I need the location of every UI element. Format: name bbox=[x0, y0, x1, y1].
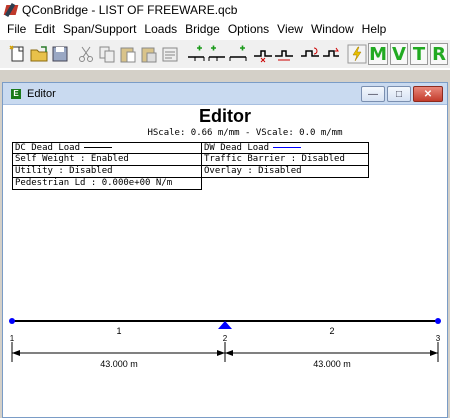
menu-edit[interactable]: Edit bbox=[30, 22, 59, 36]
dw-line-sample bbox=[273, 147, 302, 148]
menu-view[interactable]: View bbox=[273, 22, 307, 36]
open-folder-icon bbox=[30, 46, 48, 62]
span-length-1: 43.000 m bbox=[100, 359, 138, 369]
open-file-button[interactable] bbox=[29, 43, 49, 65]
reaction-diagram-button[interactable]: R bbox=[430, 43, 449, 65]
support-label-1: 1 bbox=[10, 334, 15, 343]
pin-support-1[interactable] bbox=[9, 318, 15, 324]
legend-pedestrian-load: Pedestrian Ld : 0.000e+00 N/m bbox=[12, 178, 202, 190]
editor-window-title: Editor bbox=[27, 87, 56, 100]
close-button[interactable]: ✕ bbox=[413, 86, 443, 102]
save-button[interactable] bbox=[50, 43, 70, 65]
menubar: File Edit Span/Support Loads Bridge Opti… bbox=[0, 20, 450, 38]
minimize-icon: — bbox=[368, 88, 378, 100]
toolbar: M V T R bbox=[0, 40, 450, 68]
editor-window: E Editor — □ ✕ Editor HScale: 0.66 m/mm … bbox=[2, 82, 448, 418]
copy-icon bbox=[99, 46, 115, 63]
lightning-icon bbox=[347, 44, 367, 64]
hinge-icon bbox=[275, 50, 294, 61]
minimize-button[interactable]: — bbox=[361, 86, 385, 102]
menu-span-support[interactable]: Span/Support bbox=[59, 22, 140, 36]
window-title: QConBridge - LIST OF FREEWARE.qcb bbox=[22, 3, 238, 17]
editor-icon: E bbox=[11, 88, 21, 99]
analyze-button[interactable] bbox=[347, 43, 367, 65]
legend-utility: Utility : Disabled bbox=[12, 166, 202, 178]
legend-dc-dead-load: DC Dead Load bbox=[12, 142, 202, 154]
save-icon bbox=[52, 46, 68, 62]
paste-special-button[interactable] bbox=[139, 43, 159, 65]
scale-label: HScale: 0.66 m/mm - VScale: 0.0 m/mm bbox=[147, 128, 343, 138]
refresh-button[interactable] bbox=[321, 43, 341, 65]
span-length-2: 43.000 m bbox=[313, 359, 351, 369]
continuity-icon bbox=[301, 47, 320, 57]
new-file-button[interactable] bbox=[8, 43, 28, 65]
scissors-icon bbox=[78, 46, 93, 62]
continuity-button[interactable] bbox=[300, 43, 320, 65]
legend-self-weight: Self Weight : Enabled bbox=[12, 154, 202, 166]
hinge-button[interactable] bbox=[274, 43, 294, 65]
menu-help[interactable]: Help bbox=[358, 22, 391, 36]
copy-button[interactable] bbox=[97, 43, 117, 65]
maximize-icon: □ bbox=[395, 88, 403, 100]
properties-icon bbox=[162, 47, 178, 62]
bridge-model[interactable]: 1 2 1 2 3 43.000 m 43.000 m bbox=[3, 311, 447, 418]
load-legend: DC Dead Load DW Dead Load Self Weight : … bbox=[12, 142, 369, 190]
editor-heading: Editor bbox=[199, 106, 251, 126]
add-span-left-button[interactable] bbox=[186, 43, 206, 65]
moment-diagram-button[interactable]: M bbox=[368, 43, 388, 65]
app-icon bbox=[3, 2, 19, 18]
paste-icon bbox=[120, 47, 136, 63]
dim-arrow-2a bbox=[225, 350, 233, 356]
support-label-3: 3 bbox=[436, 334, 441, 343]
legend-overlay: Overlay : Disabled bbox=[202, 166, 369, 178]
menu-loads[interactable]: Loads bbox=[140, 22, 181, 36]
dim-arrow-1a bbox=[12, 350, 20, 356]
legend-traffic-barrier: Traffic Barrier : Disabled bbox=[202, 154, 369, 166]
paste-button[interactable] bbox=[118, 43, 138, 65]
refresh-icon bbox=[323, 47, 340, 57]
insert-support-icon bbox=[229, 45, 247, 61]
add-span-left-icon bbox=[187, 45, 205, 61]
new-file-icon bbox=[9, 45, 24, 62]
close-icon: ✕ bbox=[423, 88, 433, 100]
support-label-2: 2 bbox=[223, 334, 228, 343]
menu-bridge[interactable]: Bridge bbox=[181, 22, 224, 36]
editor-titlebar[interactable]: E Editor — □ ✕ bbox=[3, 83, 447, 105]
shear-diagram-button[interactable]: V bbox=[389, 43, 408, 65]
legend-dw-dead-load: DW Dead Load bbox=[202, 142, 369, 154]
delete-span-icon bbox=[254, 50, 273, 63]
span-label-1: 1 bbox=[116, 326, 121, 336]
dc-line-sample bbox=[84, 147, 113, 148]
dim-arrow-1b bbox=[217, 350, 225, 356]
dim-arrow-2b bbox=[430, 350, 438, 356]
menu-window[interactable]: Window bbox=[307, 22, 358, 36]
cut-button[interactable] bbox=[76, 43, 96, 65]
pin-support-3[interactable] bbox=[435, 318, 441, 324]
editor-canvas[interactable]: Editor HScale: 0.66 m/mm - VScale: 0.0 m… bbox=[3, 106, 447, 417]
menu-file[interactable]: File bbox=[3, 22, 30, 36]
app-titlebar: QConBridge - LIST OF FREEWARE.qcb bbox=[0, 0, 450, 20]
pin-support-2[interactable] bbox=[218, 321, 232, 329]
paste-special-icon bbox=[141, 47, 157, 63]
span-label-2: 2 bbox=[329, 326, 334, 336]
insert-support-button[interactable] bbox=[228, 43, 248, 65]
add-span-right-icon bbox=[208, 45, 225, 61]
rotation-diagram-button[interactable]: T bbox=[410, 43, 429, 65]
maximize-button[interactable]: □ bbox=[387, 86, 411, 102]
properties-button[interactable] bbox=[160, 43, 180, 65]
menu-options[interactable]: Options bbox=[224, 22, 273, 36]
delete-span-button[interactable] bbox=[253, 43, 273, 65]
add-span-right-button[interactable] bbox=[207, 43, 227, 65]
